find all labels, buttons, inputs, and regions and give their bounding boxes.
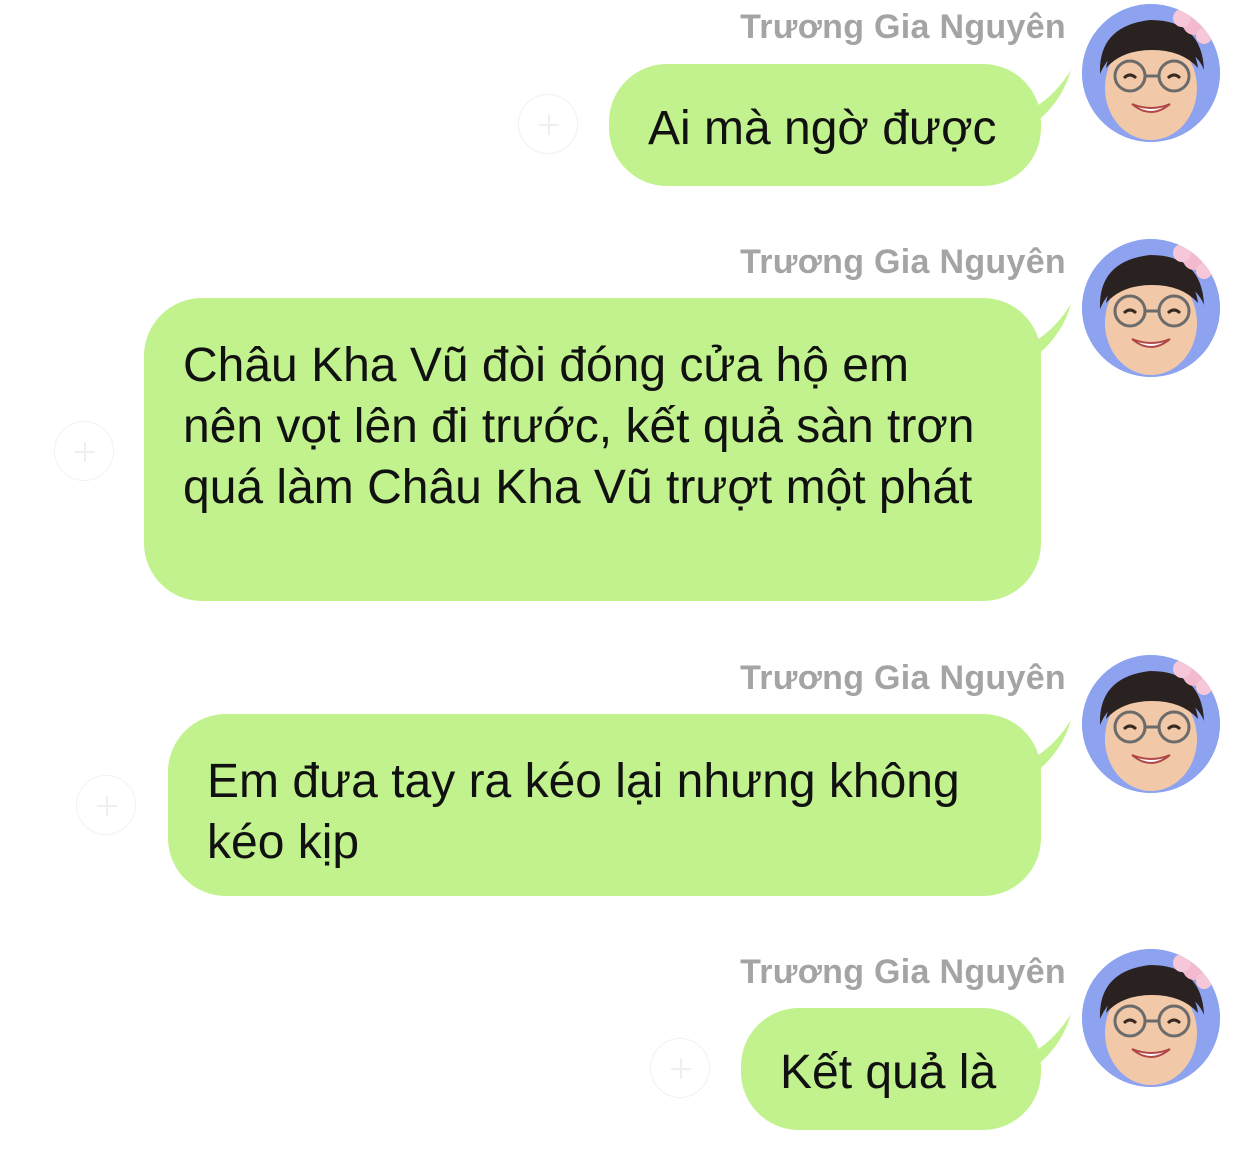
message-text: Em đưa tay ra kéo lại nhưng không kéo kị… xyxy=(207,755,960,869)
sender-name: Trương Gia Nguyên xyxy=(740,659,1066,697)
bubble-tail xyxy=(1013,720,1071,768)
add-reaction-icon xyxy=(539,115,559,135)
message-bubble[interactable]: Châu Kha Vũ đòi đóng cửa hộ em nên vọt l… xyxy=(144,298,1071,601)
message-bubble[interactable]: Kết quả là xyxy=(741,1008,1071,1130)
bubble-tail xyxy=(1013,70,1071,118)
add-reaction-button[interactable] xyxy=(518,94,578,154)
sender-name: Trương Gia Nguyên xyxy=(740,8,1066,46)
sender-name: Trương Gia Nguyên xyxy=(740,953,1066,991)
avatar[interactable] xyxy=(1082,239,1220,377)
add-reaction-button[interactable] xyxy=(650,1038,710,1098)
sender-name: Trương Gia Nguyên xyxy=(740,243,1066,281)
message-bubble[interactable]: Ai mà ngờ được xyxy=(609,64,1071,186)
message-text: Kết quả là xyxy=(780,1046,997,1099)
add-reaction-icon xyxy=(75,442,95,462)
avatar[interactable] xyxy=(1082,949,1220,1087)
add-reaction-icon xyxy=(97,796,117,816)
message-text: Ai mà ngờ được xyxy=(648,102,997,155)
avatar[interactable] xyxy=(1082,655,1220,793)
message-bubble[interactable]: Em đưa tay ra kéo lại nhưng không kéo kị… xyxy=(168,714,1071,896)
message-text: Châu Kha Vũ đòi đóng cửa hộ em nên vọt l… xyxy=(183,339,975,514)
add-reaction-icon xyxy=(671,1059,691,1079)
bubble-tail xyxy=(1013,1014,1071,1062)
chat-thread: Trương Gia Nguyên Ai mà ngờ được Trương … xyxy=(0,0,1242,1154)
avatar[interactable] xyxy=(1082,4,1220,142)
bubble-tail xyxy=(1013,304,1071,352)
add-reaction-button[interactable] xyxy=(76,775,136,835)
add-reaction-button[interactable] xyxy=(54,421,114,481)
